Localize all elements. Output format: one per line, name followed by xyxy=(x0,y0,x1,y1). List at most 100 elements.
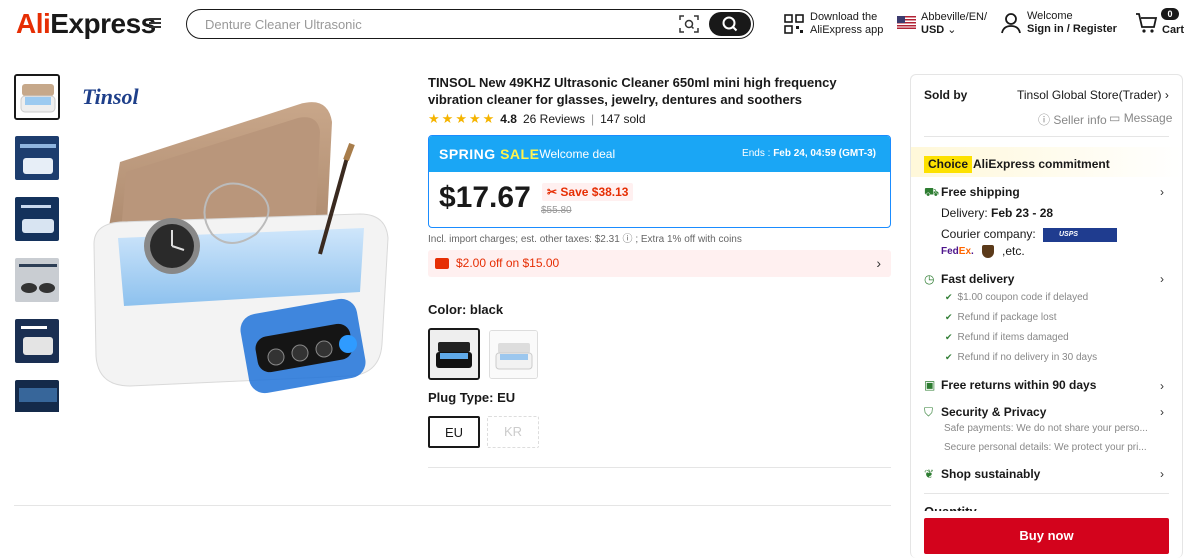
cart-label[interactable]: Cart xyxy=(1162,24,1184,37)
shield-icon: ⛉ xyxy=(924,405,934,419)
current-price: $17.67 xyxy=(439,181,531,214)
usps-logo: USPS xyxy=(1043,228,1117,242)
reviews-link[interactable]: 26 Reviews xyxy=(523,112,585,126)
account-link[interactable]: Welcome Sign in / Register xyxy=(1027,10,1117,36)
download-app-link[interactable]: Download the AliExpress app xyxy=(810,11,883,37)
fast-delivery-item: ✔ Refund if no delivery in 30 days xyxy=(945,352,1098,363)
check-icon: ✔ xyxy=(945,352,953,362)
fast-delivery-label[interactable]: Fast delivery xyxy=(941,272,1014,286)
divider xyxy=(14,505,891,506)
search-icon xyxy=(722,16,738,32)
sold-count: 147 sold xyxy=(600,112,646,126)
delivery-estimate: Delivery: Feb 23 - 28 xyxy=(941,206,1054,220)
fast-delivery-item: ✔ Refund if items damaged xyxy=(945,332,1069,343)
thumbnail[interactable] xyxy=(14,135,60,181)
search-button[interactable] xyxy=(709,12,751,36)
thumbnail[interactable] xyxy=(14,318,60,364)
chevron-right-icon[interactable]: › xyxy=(1160,405,1164,419)
original-price: $55.80 xyxy=(541,205,572,216)
message-link[interactable]: ▭ Message xyxy=(1109,111,1172,125)
main-product-image[interactable]: Tinsol xyxy=(80,74,400,414)
thumbnail-list xyxy=(14,74,62,440)
fedex-logo: FedEx. xyxy=(941,246,974,257)
tax-note: Incl. import charges; est. other taxes: … xyxy=(428,234,742,245)
security-item: Secure personal details: We protect your… xyxy=(944,442,1147,453)
plug-type-label: Plug Type: EU xyxy=(428,390,516,405)
save-badge: ✂ Save $38.13 xyxy=(542,183,634,201)
thumbnail[interactable] xyxy=(14,257,60,303)
cart-icon[interactable] xyxy=(1135,11,1159,35)
search-input[interactable] xyxy=(205,15,665,33)
cart-count-badge: 0 xyxy=(1161,8,1179,20)
header: AliExpress Download theAliExpress app Ab… xyxy=(0,0,1200,50)
search-bar xyxy=(186,9,754,39)
courier-etc: ,etc. xyxy=(1002,244,1025,258)
chevron-right-icon: › xyxy=(1164,88,1169,102)
ultrasonic-cleaner-illustration xyxy=(93,102,389,394)
star-icon: ★ xyxy=(428,111,440,126)
chevron-down-icon: ⌄ xyxy=(947,24,957,36)
color-label: Color: black xyxy=(428,302,504,317)
info-icon: ⓘ xyxy=(1038,113,1051,127)
qr-code-icon[interactable] xyxy=(784,14,804,34)
plug-option-eu[interactable]: EU xyxy=(428,416,480,448)
check-icon: ✔ xyxy=(945,332,953,342)
deal-ends: Ends : Feb 24, 04:59 (GMT-3) xyxy=(742,148,876,159)
commitment-title: AliExpress commitment xyxy=(973,157,1110,171)
store-link[interactable]: Tinsol Global Store(Trader) › xyxy=(1017,88,1169,102)
leaf-icon: ❦ xyxy=(924,467,935,481)
thumbnail[interactable] xyxy=(14,74,60,120)
divider xyxy=(924,136,1169,137)
free-returns-label[interactable]: Free returns within 90 days xyxy=(941,378,1096,392)
security-privacy-label[interactable]: Security & Privacy xyxy=(941,405,1046,419)
seller-info-link[interactable]: ⓘ Seller info xyxy=(1038,111,1107,128)
color-swatch-white[interactable] xyxy=(489,330,538,379)
buy-now-button[interactable]: Buy now xyxy=(924,518,1169,554)
ups-logo xyxy=(982,245,994,258)
returns-icon: ▣ xyxy=(924,378,936,392)
truck-icon: ⛟ xyxy=(924,185,940,199)
rating-row: ★ ★ ★ ★ ★ 4.8 26 Reviews | 147 sold xyxy=(428,111,646,126)
plug-option-kr[interactable]: KR xyxy=(487,416,539,448)
fast-delivery-item: ✔ Refund if package lost xyxy=(945,312,1057,323)
chevron-right-icon[interactable]: › xyxy=(1160,467,1164,481)
thumbnail[interactable] xyxy=(14,196,60,242)
fast-delivery-item: ✔ $1.00 coupon code if delayed xyxy=(945,292,1089,303)
courier-label: Courier company: xyxy=(941,227,1036,241)
quantity-label: Quantity xyxy=(924,504,977,511)
star-icon: ★ xyxy=(468,111,481,126)
chevron-right-icon[interactable]: › xyxy=(1160,185,1164,199)
menu-icon[interactable] xyxy=(149,18,161,30)
chevron-right-icon: › xyxy=(876,255,881,271)
free-shipping-label[interactable]: Free shipping xyxy=(941,185,1020,199)
price-box: SPRING SALE · Welcome deal Ends : Feb 24… xyxy=(428,135,891,228)
thumbnail[interactable] xyxy=(14,379,60,425)
coupon-banner[interactable]: $2.00 off on $15.00 › xyxy=(428,250,891,277)
star-icon: ★ xyxy=(482,111,495,126)
us-flag-icon xyxy=(897,16,916,29)
coupon-icon xyxy=(435,258,449,269)
divider xyxy=(428,467,891,468)
image-search-icon[interactable] xyxy=(679,15,699,33)
sold-by-label: Sold by xyxy=(924,88,968,102)
divider xyxy=(924,493,1169,494)
divider: | xyxy=(591,112,595,126)
star-icon: ★ xyxy=(455,111,467,126)
check-icon: ✔ xyxy=(945,292,953,302)
color-swatch-black[interactable] xyxy=(428,328,480,380)
shop-sustainably-label[interactable]: Shop sustainably xyxy=(941,467,1040,481)
spring-sale-label: SPRING SALE xyxy=(439,146,540,162)
security-item: Safe payments: We do not share your pers… xyxy=(944,423,1148,434)
chevron-right-icon[interactable]: › xyxy=(1160,379,1164,393)
deal-banner: SPRING SALE · Welcome deal Ends : Feb 24… xyxy=(429,136,890,172)
locale-selector[interactable]: Abbeville/EN/USD ⌄ xyxy=(921,11,987,37)
message-icon: ▭ xyxy=(1109,111,1121,125)
welcome-deal-label: · Welcome deal xyxy=(532,147,616,161)
user-icon[interactable] xyxy=(1001,12,1021,34)
chevron-right-icon[interactable]: › xyxy=(1160,272,1164,286)
tag-icon: ✂ xyxy=(547,185,558,199)
choice-badge: Choice xyxy=(924,156,973,173)
aliexpress-logo[interactable]: AliExpress xyxy=(16,8,156,40)
rating-value: 4.8 xyxy=(500,112,517,126)
star-icon: ★ xyxy=(441,111,454,126)
